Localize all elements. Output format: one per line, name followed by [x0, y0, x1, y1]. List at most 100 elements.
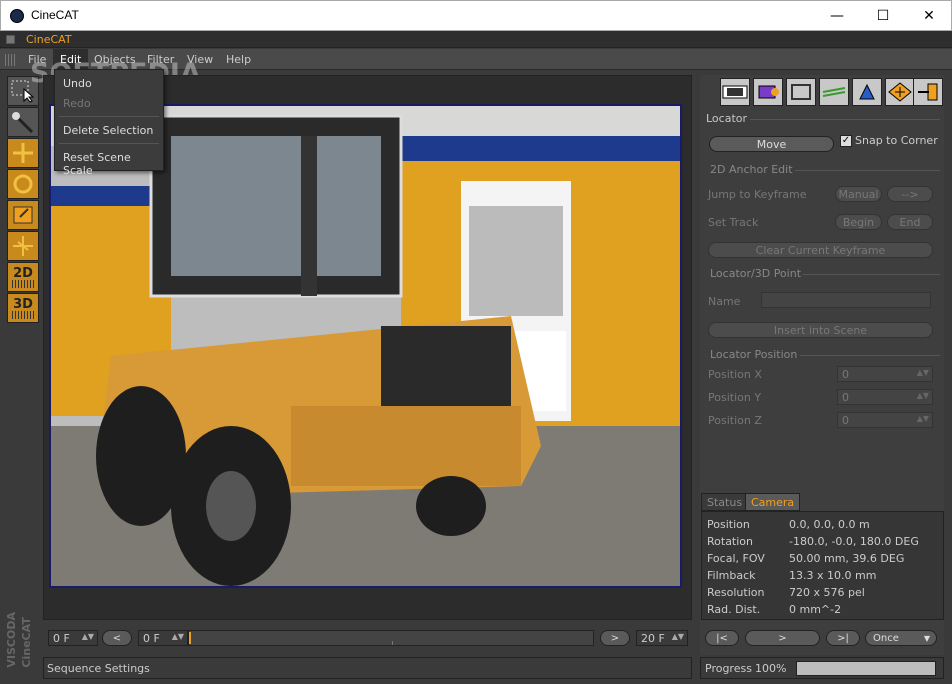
row-value: -180.0, -0.0, 180.0 DEG — [789, 535, 919, 548]
start-frame-value: 0 F — [53, 632, 70, 645]
spin-arrows-icon[interactable]: ▲▼ — [917, 368, 929, 377]
menu-item-delete-selection[interactable]: Delete Selection — [63, 124, 153, 137]
spin-arrows-icon[interactable]: ▲▼ — [172, 632, 184, 641]
camera-info-table: Position 0.0, 0.0, 0.0 m Rotation -180.0… — [701, 511, 944, 620]
grid-3d-icon — [12, 310, 34, 319]
tab-camera[interactable]: Camera — [745, 493, 801, 511]
3d-label: 3D — [13, 296, 33, 312]
insert-into-scene-button[interactable]: Insert into Scene — [708, 322, 933, 338]
close-button[interactable]: ✕ — [906, 1, 952, 31]
grid-icon — [12, 279, 34, 288]
window-title: CineCAT — [31, 8, 79, 22]
start-frame-field[interactable]: 0 F ▲▼ — [48, 630, 98, 646]
dropdown-arrow-icon: ▼ — [923, 633, 930, 643]
prev-frame-button[interactable]: < — [102, 630, 132, 646]
pos-y-field[interactable]: 0 ▲▼ — [837, 389, 933, 405]
document-tab-bar: CineCAT — [0, 31, 952, 48]
progress-bar — [796, 661, 936, 676]
divider — [800, 355, 940, 356]
manual-button[interactable]: Manual — [835, 186, 882, 202]
pos-z-label: Position Z — [708, 414, 762, 427]
end-frame-field[interactable]: 20 F ▲▼ — [636, 630, 688, 646]
tab-title[interactable]: CineCAT — [26, 33, 72, 46]
last-frame-button[interactable]: >| — [826, 630, 860, 646]
timeline-tick — [392, 641, 393, 645]
jump-arrow-button[interactable]: --> — [887, 186, 933, 202]
move-icon[interactable] — [7, 138, 39, 168]
scale-icon[interactable] — [7, 200, 39, 230]
move-button[interactable]: Move — [709, 136, 834, 152]
row-key: Rad. Dist. — [707, 603, 761, 616]
magic-wand-icon[interactable] — [7, 107, 39, 137]
playback-mode-value: Once — [873, 632, 899, 644]
timeline-cursor[interactable] — [189, 632, 191, 644]
spin-arrows-icon[interactable]: ▲▼ — [672, 632, 684, 641]
track-icon[interactable] — [819, 78, 849, 106]
status-bar: Sequence Settings — [43, 657, 692, 679]
menu-help[interactable]: Help — [219, 49, 258, 70]
rotate-icon[interactable] — [7, 169, 39, 199]
maximize-button[interactable]: ☐ — [860, 1, 906, 31]
begin-button[interactable]: Begin — [835, 214, 882, 230]
progress-area: Progress 100% — [700, 657, 944, 679]
name-field[interactable] — [761, 292, 931, 308]
camera-icon[interactable] — [753, 78, 783, 106]
spin-arrows-icon[interactable]: ▲▼ — [82, 632, 94, 641]
end-frame-value: 20 F — [641, 632, 665, 645]
move-diamond-icon[interactable] — [885, 78, 915, 106]
position-header: Locator Position — [710, 348, 798, 361]
play-button[interactable]: > — [745, 630, 820, 646]
pos-x-label: Position X — [708, 368, 762, 381]
film-icon[interactable] — [720, 78, 750, 106]
next-frame-button[interactable]: > — [600, 630, 630, 646]
crop-icon[interactable] — [786, 78, 816, 106]
current-frame-field[interactable]: 0 F ▲▼ — [138, 630, 188, 646]
row-value: 720 x 576 pel — [789, 586, 865, 599]
row-key: Resolution — [707, 586, 765, 599]
app-icon — [10, 9, 24, 23]
pos-x-field[interactable]: 0 ▲▼ — [837, 366, 933, 382]
row-key: Rotation — [707, 535, 754, 548]
menu-item-undo[interactable]: Undo — [63, 77, 92, 90]
pos-z-value: 0 — [842, 414, 849, 427]
jump-label: Jump to Keyframe — [708, 188, 807, 201]
snap-icon[interactable] — [7, 231, 39, 261]
anchor-header: 2D Anchor Edit — [710, 163, 793, 176]
exit-icon[interactable] — [913, 78, 943, 106]
row-key: Filmback — [707, 569, 756, 582]
menu-separator — [59, 116, 159, 117]
menu-item-reset-scene-scale[interactable]: Reset Scene Scale — [63, 151, 163, 177]
clear-keyframe-button[interactable]: Clear Current Keyframe — [708, 242, 933, 258]
locator-header: Locator — [706, 112, 748, 125]
tab-status[interactable]: Status — [701, 493, 749, 511]
menu-item-redo[interactable]: Redo — [63, 97, 91, 110]
snap-label: Snap to Corner — [855, 134, 938, 147]
current-frame-value: 0 F — [143, 632, 160, 645]
pos-y-value: 0 — [842, 391, 849, 404]
timeline-slider[interactable] — [188, 630, 594, 646]
minimize-button[interactable]: — — [814, 1, 860, 31]
pos-y-label: Position Y — [708, 391, 762, 404]
timeline-bar: 0 F ▲▼ < 0 F ▲▼ > 20 F ▲▼ — [43, 624, 692, 652]
name-label: Name — [708, 295, 741, 308]
divider — [795, 170, 940, 171]
2d-grid[interactable]: 2D — [7, 262, 39, 292]
end-button[interactable]: End — [887, 214, 933, 230]
playback-mode-select[interactable]: Once ▼ — [865, 630, 937, 646]
pos-z-field[interactable]: 0 ▲▼ — [837, 412, 933, 428]
info-tabs: Status Camera — [701, 493, 944, 511]
locator-icon[interactable] — [852, 78, 882, 106]
progress-label: Progress — [705, 662, 752, 675]
left-toolbar: 2D 3D — [4, 72, 40, 632]
set-track-label: Set Track — [708, 216, 759, 229]
row-value: 13.3 x 10.0 mm — [789, 569, 877, 582]
title-bar: CineCAT — ☐ ✕ — [0, 0, 952, 31]
row-value: 50.00 mm, 39.6 DEG — [789, 552, 905, 565]
progress-value: 100% — [755, 662, 787, 675]
3d-grid[interactable]: 3D — [7, 293, 39, 323]
snap-checkbox[interactable]: ✓ — [840, 135, 852, 147]
spin-arrows-icon[interactable]: ▲▼ — [917, 391, 929, 400]
spin-arrows-icon[interactable]: ▲▼ — [917, 414, 929, 423]
pos-x-value: 0 — [842, 368, 849, 381]
first-frame-button[interactable]: |< — [705, 630, 739, 646]
